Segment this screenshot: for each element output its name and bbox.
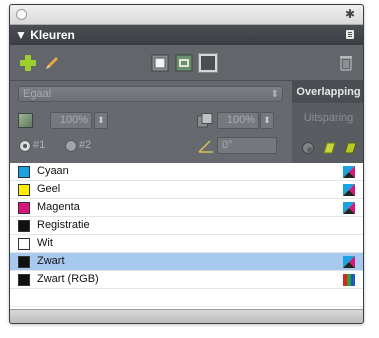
swatch-row[interactable]: Zwart (RGB) — [10, 271, 363, 289]
gear-icon[interactable]: ✱ — [345, 7, 355, 21]
radio-2-label: #2 — [79, 139, 92, 151]
fill-stroke-icon[interactable] — [175, 54, 193, 72]
swatch-name: Registratie — [37, 219, 90, 231]
swatch-color-chip — [18, 220, 30, 232]
swatch-color-chip — [18, 256, 30, 268]
panel-menu-icon[interactable] — [345, 29, 355, 40]
overprint-mode-icon[interactable] — [300, 141, 316, 155]
rgb-icon — [343, 274, 355, 286]
radio-1[interactable] — [19, 140, 31, 152]
overlap-section: Uitsparing — [292, 103, 363, 163]
cmyk-icon — [343, 166, 355, 178]
overprint-fill-icon[interactable] — [321, 141, 337, 155]
swatch-name: Magenta — [37, 201, 80, 213]
cmyk-icon — [343, 184, 355, 196]
tint-type-dropdown[interactable]: Egaal ⬍ — [18, 86, 283, 102]
tone-icon — [197, 113, 213, 128]
swatch-row[interactable]: Geel — [10, 181, 363, 199]
tint-type-value: Egaal — [23, 88, 52, 100]
swatch-row[interactable]: Magenta — [10, 199, 363, 217]
cmyk-icon — [343, 256, 355, 268]
overlap-header: Overlapping — [292, 81, 363, 103]
swatch-row[interactable]: Registratie — [10, 217, 363, 235]
pencil-icon[interactable] — [43, 54, 61, 72]
updown-arrows-icon: ⬍ — [270, 89, 279, 100]
angle-icon — [198, 140, 213, 153]
swatch-color-chip — [18, 184, 30, 196]
kleuren-panel: ✱ ▼ Kleuren Egaal ⬍ 100% ⬍ 100% ⬍ #1 #2 … — [9, 4, 364, 324]
swatch-color-chip — [18, 274, 30, 286]
overprint-stroke-icon[interactable] — [342, 141, 358, 155]
tint-percent-field-1[interactable]: 100% — [50, 112, 92, 129]
cmyk-icon — [343, 202, 355, 214]
tint-percent-stepper-1[interactable]: ⬍ — [94, 112, 108, 129]
swatch-color-chip — [18, 202, 30, 214]
tint-options: Egaal ⬍ 100% ⬍ 100% ⬍ #1 #2 0° Overlappi… — [10, 81, 363, 163]
swatch-list: Cyaan Geel Magenta Registratie Wit Zwart… — [10, 163, 363, 311]
swatch-color-chip — [18, 166, 30, 178]
swatch-row[interactable]: Zwart — [10, 253, 363, 271]
swatch-row[interactable]: Wit — [10, 235, 363, 253]
panel-title-bar[interactable]: ▼ Kleuren — [10, 25, 363, 45]
panel-bottom-bar — [10, 309, 363, 323]
radio-2[interactable] — [65, 140, 77, 152]
angle-field[interactable]: 0° — [217, 137, 277, 154]
trash-icon[interactable] — [337, 54, 355, 72]
swatch-name: Zwart (RGB) — [37, 273, 99, 285]
fill-icon[interactable] — [151, 54, 169, 72]
swatch-toolbar — [10, 45, 363, 81]
swatch-name: Cyaan — [37, 165, 69, 177]
tint-percent-stepper-2[interactable]: ⬍ — [260, 112, 274, 129]
knockout-label: Uitsparing — [303, 112, 354, 124]
tint-swatch — [18, 113, 33, 128]
swatch-color-chip — [18, 238, 30, 250]
swatch-row[interactable]: Cyaan — [10, 163, 363, 181]
plus-icon[interactable] — [19, 54, 37, 72]
empty-row — [10, 289, 363, 307]
close-circle-icon[interactable] — [16, 9, 27, 20]
panel-title[interactable]: ▼ Kleuren — [15, 28, 75, 42]
panel-top-strip: ✱ — [10, 5, 363, 25]
swatch-name: Zwart — [37, 255, 65, 267]
tint-percent-field-2[interactable]: 100% — [217, 112, 259, 129]
swatch-name: Wit — [37, 237, 53, 249]
radio-1-label: #1 — [33, 139, 46, 151]
swatch-name: Geel — [37, 183, 61, 195]
stroke-icon[interactable] — [198, 53, 218, 73]
